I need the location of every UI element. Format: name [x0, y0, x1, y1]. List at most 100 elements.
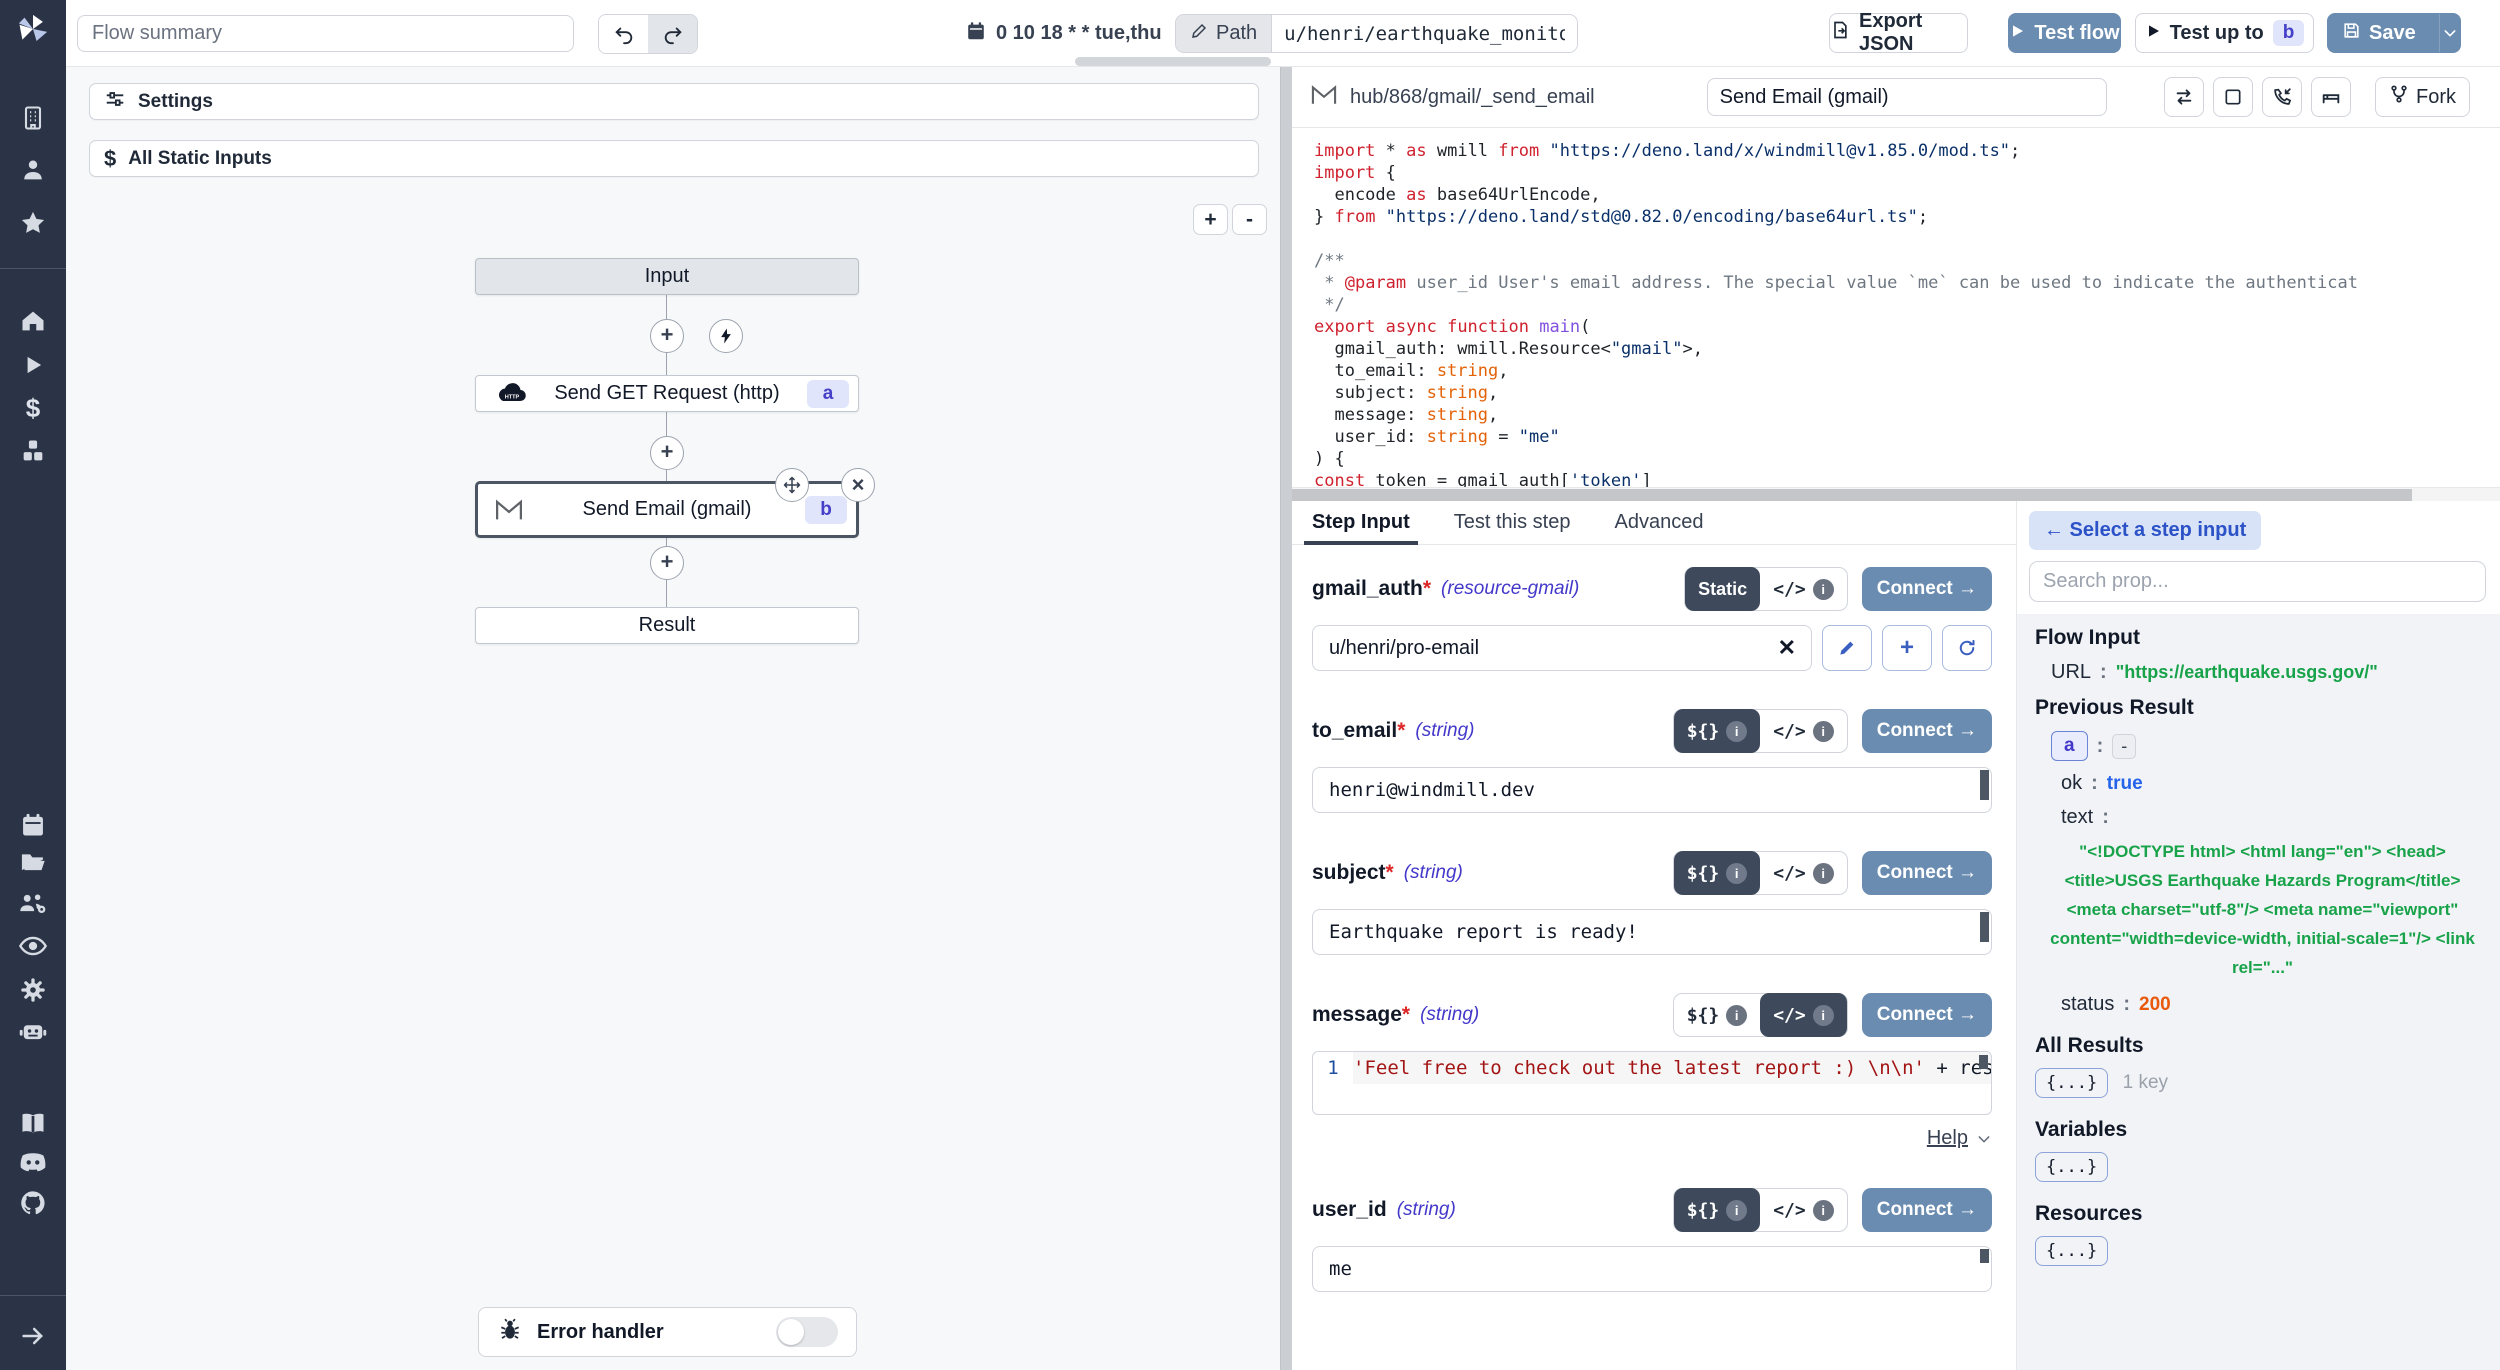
message-code-editor[interactable]: 1 'Feel free to check out the latest rep…	[1312, 1051, 1992, 1115]
gmail-auth-input[interactable]	[1312, 625, 1812, 671]
connect-button[interactable]: Connect →	[1862, 567, 1992, 611]
mode-template[interactable]: ${}i	[1674, 1188, 1761, 1232]
select-step-input-button[interactable]: ← Select a step input	[2029, 511, 2261, 550]
swap-arrows-icon[interactable]	[2164, 77, 2204, 117]
mode-code[interactable]: </>i	[1760, 851, 1847, 895]
export-json-button[interactable]: Export JSON	[1829, 13, 1968, 53]
mode-template[interactable]: ${}i	[1674, 851, 1761, 895]
code-horizontal-scrollbar[interactable]	[1292, 487, 2500, 501]
flow-summary-input[interactable]	[77, 15, 574, 52]
prop-key-status[interactable]: status	[2061, 993, 2114, 1016]
all-results-object-chip[interactable]: {...}	[2035, 1068, 2108, 1098]
prop-key-url[interactable]: URL	[2051, 661, 2091, 684]
help-link[interactable]: Help	[1927, 1127, 1968, 1150]
delete-step-button[interactable]: ×	[841, 468, 875, 502]
gear-icon[interactable]	[16, 973, 50, 1007]
mode-code[interactable]: </>i	[1760, 1188, 1847, 1232]
prop-value-text[interactable]: "<!DOCTYPE html> <html lang="en"> <head>…	[2035, 837, 2480, 982]
move-step-button[interactable]	[775, 468, 809, 502]
save-dropdown-button[interactable]	[2439, 14, 2460, 52]
prop-value-status[interactable]: 200	[2139, 994, 2171, 1016]
topbar-scrollbar-thumb[interactable]	[1075, 57, 1271, 66]
trigger-bolt-button[interactable]	[709, 319, 743, 353]
flow-node-result[interactable]: Result	[475, 607, 859, 644]
editor-scrollbar[interactable]	[1979, 1055, 1988, 1069]
clear-icon[interactable]: ✕	[1778, 635, 1796, 661]
info-icon[interactable]: i	[1726, 1005, 1747, 1026]
info-icon[interactable]: i	[1726, 863, 1747, 884]
flow-node-input[interactable]: Input	[475, 258, 859, 295]
input-scrollbar[interactable]	[1980, 912, 1989, 942]
all-static-inputs-row[interactable]: $ All Static Inputs	[89, 140, 1259, 177]
home-icon[interactable]	[16, 304, 50, 338]
play-icon[interactable]	[16, 348, 50, 382]
star-icon[interactable]	[16, 206, 50, 240]
user-icon[interactable]	[16, 153, 50, 187]
insert-step-button[interactable]: +	[650, 436, 684, 470]
path-value-input[interactable]	[1272, 15, 1577, 52]
connect-button[interactable]: Connect →	[1862, 709, 1992, 753]
step-name-input[interactable]	[1707, 78, 2107, 116]
mode-template[interactable]: ${}i	[1674, 993, 1761, 1037]
fork-button[interactable]: Fork	[2375, 77, 2470, 117]
mode-static[interactable]: Static	[1685, 567, 1760, 611]
dollar-icon[interactable]: $	[16, 391, 50, 425]
scrollbar-thumb[interactable]	[1292, 489, 2412, 501]
insert-step-button[interactable]: +	[650, 546, 684, 580]
user-id-input[interactable]	[1312, 1246, 1992, 1292]
user-group-gear-icon[interactable]	[16, 886, 50, 920]
flow-node-http[interactable]: HTTP Send GET Request (http) a	[475, 375, 859, 412]
discord-icon[interactable]	[16, 1146, 50, 1180]
tab-advanced[interactable]: Advanced	[1614, 501, 1703, 544]
folder-open-icon[interactable]	[16, 845, 50, 879]
subject-input[interactable]	[1312, 909, 1992, 955]
cubes-icon[interactable]	[16, 434, 50, 468]
building-icon[interactable]	[16, 101, 50, 135]
prop-key-ok[interactable]: ok	[2061, 772, 2082, 795]
save-main[interactable]: Save	[2328, 14, 2430, 52]
github-icon[interactable]	[16, 1186, 50, 1220]
resources-object-chip[interactable]: {...}	[2035, 1236, 2108, 1266]
insert-step-button[interactable]: +	[650, 319, 684, 353]
error-handler-toggle[interactable]	[776, 1317, 838, 1347]
connect-button[interactable]: Connect →	[1862, 993, 1992, 1037]
variables-object-chip[interactable]: {...}	[2035, 1152, 2108, 1182]
windmill-logo-icon[interactable]	[16, 12, 50, 46]
save-button[interactable]: Save	[2327, 13, 2461, 53]
info-icon[interactable]: i	[1726, 721, 1747, 742]
input-scrollbar[interactable]	[1980, 1249, 1989, 1263]
info-icon[interactable]: i	[1726, 1200, 1747, 1221]
collapse-button[interactable]: -	[2112, 734, 2136, 759]
panel-icon[interactable]	[2311, 77, 2351, 117]
mode-code[interactable]: </>i	[1760, 567, 1847, 611]
info-icon[interactable]: i	[1813, 579, 1834, 600]
prop-value-ok[interactable]: true	[2107, 773, 2143, 795]
robot-icon[interactable]	[16, 1014, 50, 1048]
prop-key-text[interactable]: text	[2061, 806, 2093, 829]
phone-incoming-icon[interactable]	[2262, 77, 2302, 117]
mode-code[interactable]: </>i	[1760, 993, 1847, 1037]
info-icon[interactable]: i	[1813, 1200, 1834, 1221]
mode-code[interactable]: </>i	[1760, 709, 1847, 753]
undo-button[interactable]	[599, 15, 648, 53]
edit-resource-button[interactable]	[1822, 625, 1872, 671]
prop-value-url[interactable]: "https://earthquake.usgs.gov/"	[2116, 662, 2378, 683]
tab-step-input[interactable]: Step Input	[1312, 501, 1410, 544]
test-flow-button[interactable]: Test flow	[2008, 13, 2121, 53]
book-icon[interactable]	[16, 1106, 50, 1140]
eye-icon[interactable]	[16, 929, 50, 963]
info-icon[interactable]: i	[1813, 721, 1834, 742]
path-button[interactable]: Path	[1176, 15, 1272, 52]
mode-template[interactable]: ${}i	[1674, 709, 1761, 753]
panel-resize-divider[interactable]	[1280, 67, 1292, 1370]
flow-settings-row[interactable]: Settings	[89, 83, 1259, 120]
hub-path[interactable]: hub/868/gmail/_send_email	[1350, 86, 1595, 109]
add-resource-button[interactable]: +	[1882, 625, 1932, 671]
info-icon[interactable]: i	[1813, 1005, 1834, 1026]
prev-result-badge[interactable]: a	[2051, 731, 2088, 761]
info-icon[interactable]: i	[1813, 863, 1834, 884]
to-email-input[interactable]	[1312, 767, 1992, 813]
input-scrollbar[interactable]	[1980, 770, 1989, 800]
calendar-icon[interactable]	[16, 808, 50, 842]
code-editor[interactable]: import * as wmill from "https://deno.lan…	[1292, 128, 2500, 487]
